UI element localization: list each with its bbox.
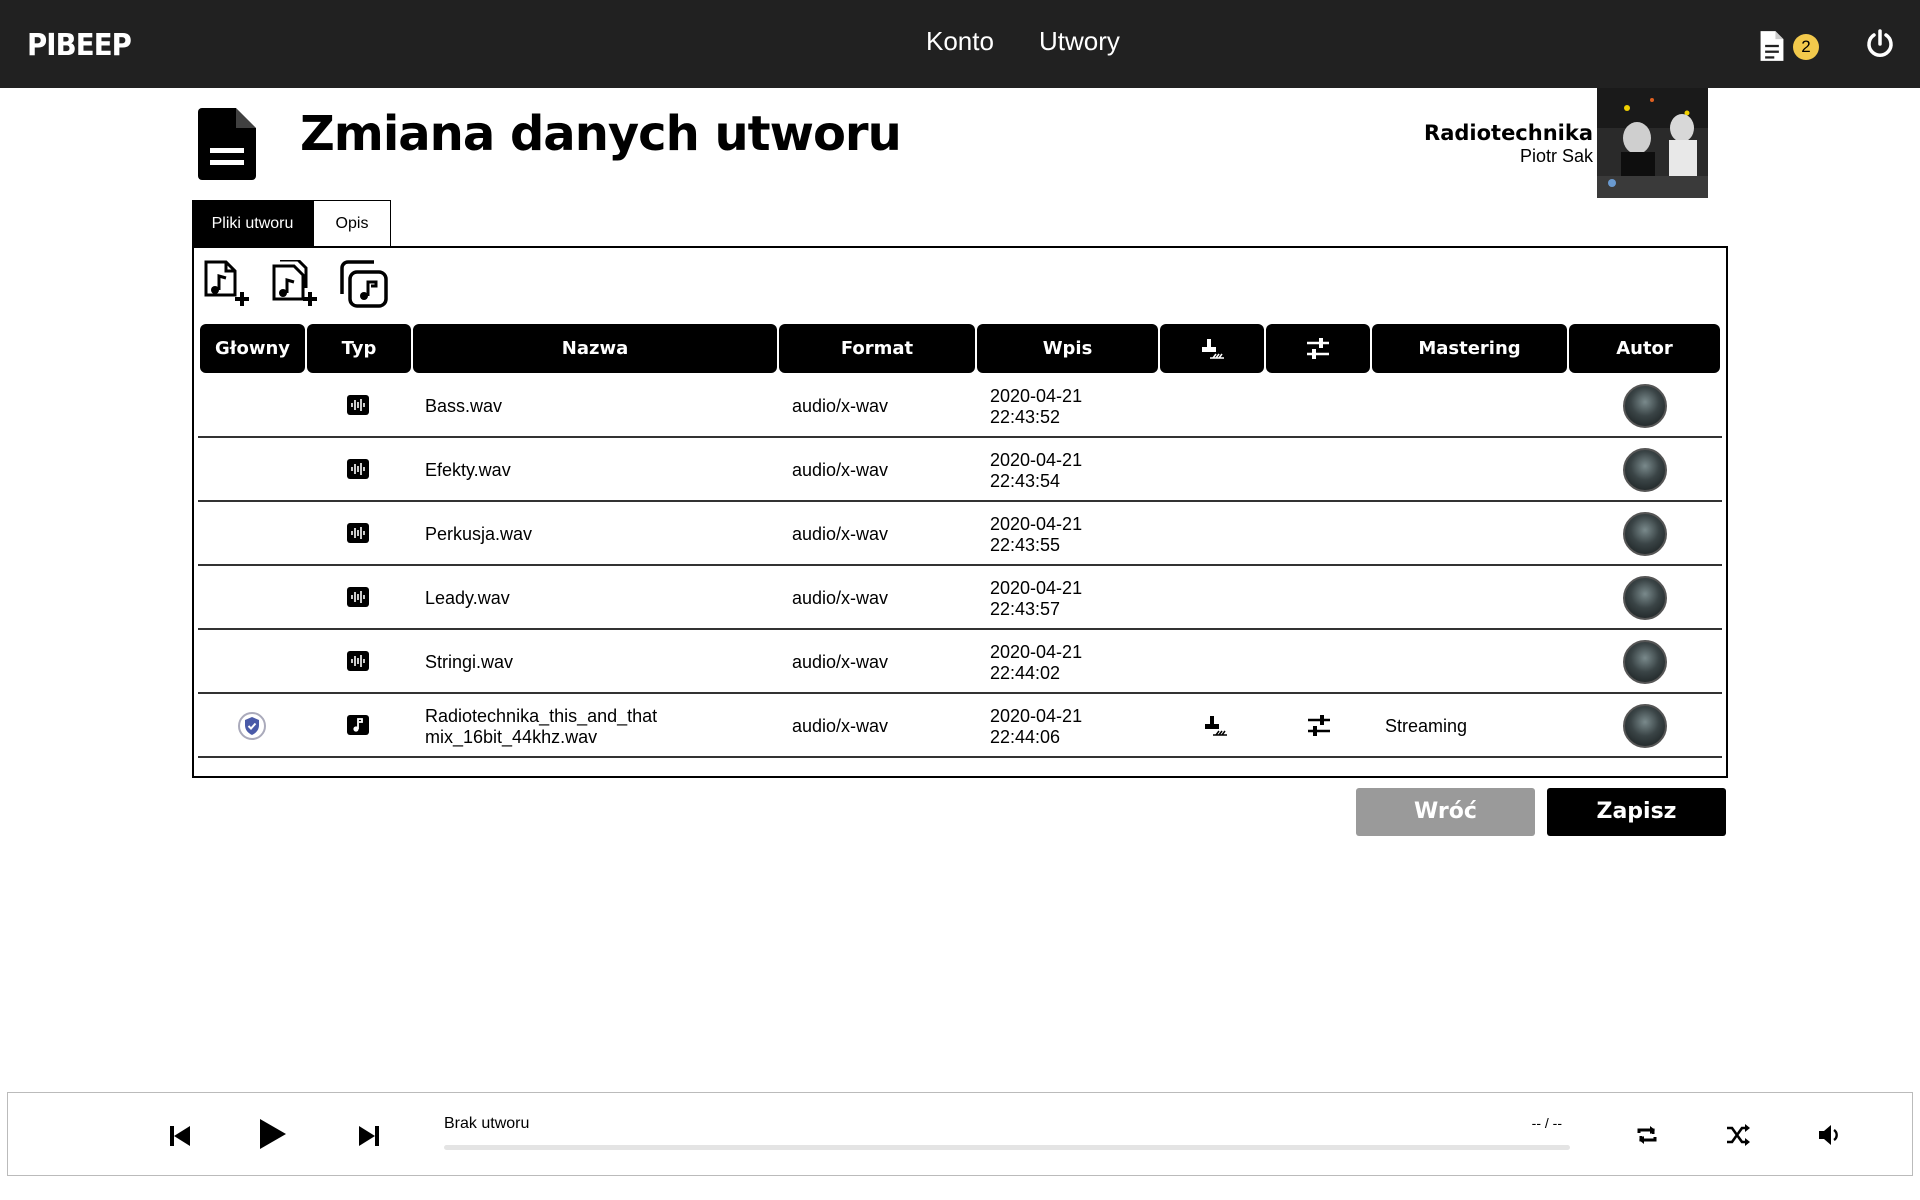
sliders-icon[interactable] (1306, 714, 1332, 738)
document-icon[interactable] (1758, 30, 1786, 62)
main-file-radio[interactable] (238, 712, 266, 740)
file-name: Leady.wav (425, 588, 510, 608)
entry-date: 2020-04-21 22:44:02 (990, 642, 1082, 684)
table-row[interactable]: Stringi.wav audio/x-wav 2020-04-21 22:44:… (198, 630, 1722, 694)
date: 2020-04-21 (990, 578, 1083, 598)
file-name: Efekty.wav (425, 460, 511, 480)
entry-date: 2020-04-21 22:44:06 (990, 706, 1082, 748)
music-note-icon (347, 715, 369, 735)
entry-date: 2020-04-21 22:43:55 (990, 514, 1082, 556)
column-header-glowny[interactable]: Głowny (200, 324, 305, 373)
time: 22:43:54 (990, 471, 1061, 491)
entry-date: 2020-04-21 22:43:57 (990, 578, 1082, 620)
table-row[interactable]: Radiotechnika_this_and_that mix_16bit_44k… (198, 694, 1722, 758)
date: 2020-04-21 (990, 642, 1083, 662)
power-icon[interactable] (1864, 28, 1896, 60)
column-header-nazwa[interactable]: Nazwa (413, 324, 777, 373)
sliders-icon (1307, 338, 1329, 359)
repeat-icon[interactable] (1634, 1123, 1660, 1147)
file-name: Radiotechnika_this_and_that mix_16bit_44k… (425, 706, 657, 748)
app-logo[interactable]: PIBEEP (27, 28, 132, 63)
save-button[interactable]: Zapisz (1547, 788, 1726, 836)
time: 22:43:57 (990, 599, 1061, 619)
music-library-icon[interactable] (338, 260, 390, 310)
add-multiple-audio-files-icon[interactable] (270, 260, 322, 310)
author-avatar[interactable] (1623, 640, 1667, 684)
column-header-wpis[interactable]: Wpis (977, 324, 1158, 373)
file-format: audio/x-wav (792, 588, 889, 608)
author-avatar[interactable] (1623, 384, 1667, 428)
file-format: audio/x-wav (792, 460, 889, 480)
shuffle-icon[interactable] (1725, 1123, 1751, 1147)
nav-konto[interactable]: Konto (926, 26, 994, 57)
column-header-typ[interactable]: Typ (307, 324, 411, 373)
file-name: Perkusja.wav (425, 524, 533, 544)
author-avatar[interactable] (1623, 576, 1667, 620)
date: 2020-04-21 (990, 450, 1083, 470)
column-header-mix[interactable] (1266, 324, 1370, 373)
column-header-stamp[interactable] (1160, 324, 1264, 373)
table-row[interactable]: Efekty.wav audio/x-wav 2020-04-21 22:43:5… (198, 438, 1722, 502)
time: 22:43:55 (990, 535, 1061, 555)
date: 2020-04-21 (990, 386, 1083, 406)
song-artist: Piotr Sak (1519, 146, 1593, 166)
add-audio-file-icon[interactable] (202, 260, 254, 310)
back-button[interactable]: Wróć (1356, 788, 1535, 836)
mastering-value: Streaming (1385, 716, 1468, 736)
file-name-line1: Radiotechnika_this_and_that (425, 706, 658, 726)
time: 22:43:52 (990, 407, 1061, 427)
author-avatar[interactable] (1623, 448, 1667, 492)
column-header-autor[interactable]: Autor (1569, 324, 1720, 373)
album-cover-image (1597, 88, 1708, 198)
entry-date: 2020-04-21 22:43:52 (990, 386, 1082, 428)
song-title: Radiotechnika (1424, 121, 1593, 145)
author-avatar[interactable] (1623, 512, 1667, 556)
play-icon[interactable] (256, 1117, 288, 1151)
file-format: audio/x-wav (792, 716, 889, 736)
page-title: Zmiana danych utworu (300, 106, 902, 162)
column-header-format[interactable]: Format (779, 324, 975, 373)
table-row[interactable]: Perkusja.wav audio/x-wav 2020-04-21 22:43… (198, 502, 1722, 566)
table-row[interactable]: Bass.wav audio/x-wav 2020-04-21 22:43:52 (198, 374, 1722, 438)
time: 22:44:02 (990, 663, 1061, 683)
previous-icon[interactable] (168, 1125, 192, 1147)
file-name: Stringi.wav (425, 652, 514, 672)
file-format: audio/x-wav (792, 396, 889, 416)
time: 22:44:06 (990, 727, 1061, 747)
file-format: audio/x-wav (792, 652, 889, 672)
table-row[interactable]: Leady.wav audio/x-wav 2020-04-21 22:43:57 (198, 566, 1722, 630)
track-name: Brak utworu (444, 1115, 530, 1132)
stamp-icon (1202, 339, 1224, 359)
column-header-mastering[interactable]: Mastering (1372, 324, 1567, 373)
author-avatar[interactable] (1623, 704, 1667, 748)
file-name: Bass.wav (425, 396, 503, 416)
volume-icon[interactable] (1817, 1123, 1843, 1147)
waveform-icon (347, 587, 369, 607)
top-navbar: PIBEEP Konto Utwory 2 (0, 0, 1920, 88)
next-icon[interactable] (357, 1125, 381, 1147)
song-document-icon (198, 108, 256, 180)
file-format: audio/x-wav (792, 524, 889, 544)
notification-badge[interactable]: 2 (1793, 34, 1819, 60)
progress-bar[interactable] (444, 1145, 1570, 1150)
shield-check-icon (245, 717, 259, 735)
date: 2020-04-21 (990, 706, 1083, 726)
nav-utwory[interactable]: Utwory (1039, 26, 1120, 57)
date: 2020-04-21 (990, 514, 1083, 534)
waveform-icon (347, 523, 369, 543)
file-name-line2: mix_16bit_44khz.wav (425, 727, 598, 747)
waveform-icon (347, 651, 369, 671)
stamp-icon[interactable] (1202, 714, 1228, 738)
audio-player: Brak utworu -- / -- (7, 1092, 1913, 1176)
tab-pliki-utworu[interactable]: Pliki utworu (192, 200, 313, 247)
waveform-icon (347, 459, 369, 479)
entry-date: 2020-04-21 22:43:54 (990, 450, 1082, 492)
waveform-icon (347, 395, 369, 415)
track-time: -- / -- (1531, 1115, 1562, 1131)
tab-opis[interactable]: Opis (313, 200, 391, 247)
